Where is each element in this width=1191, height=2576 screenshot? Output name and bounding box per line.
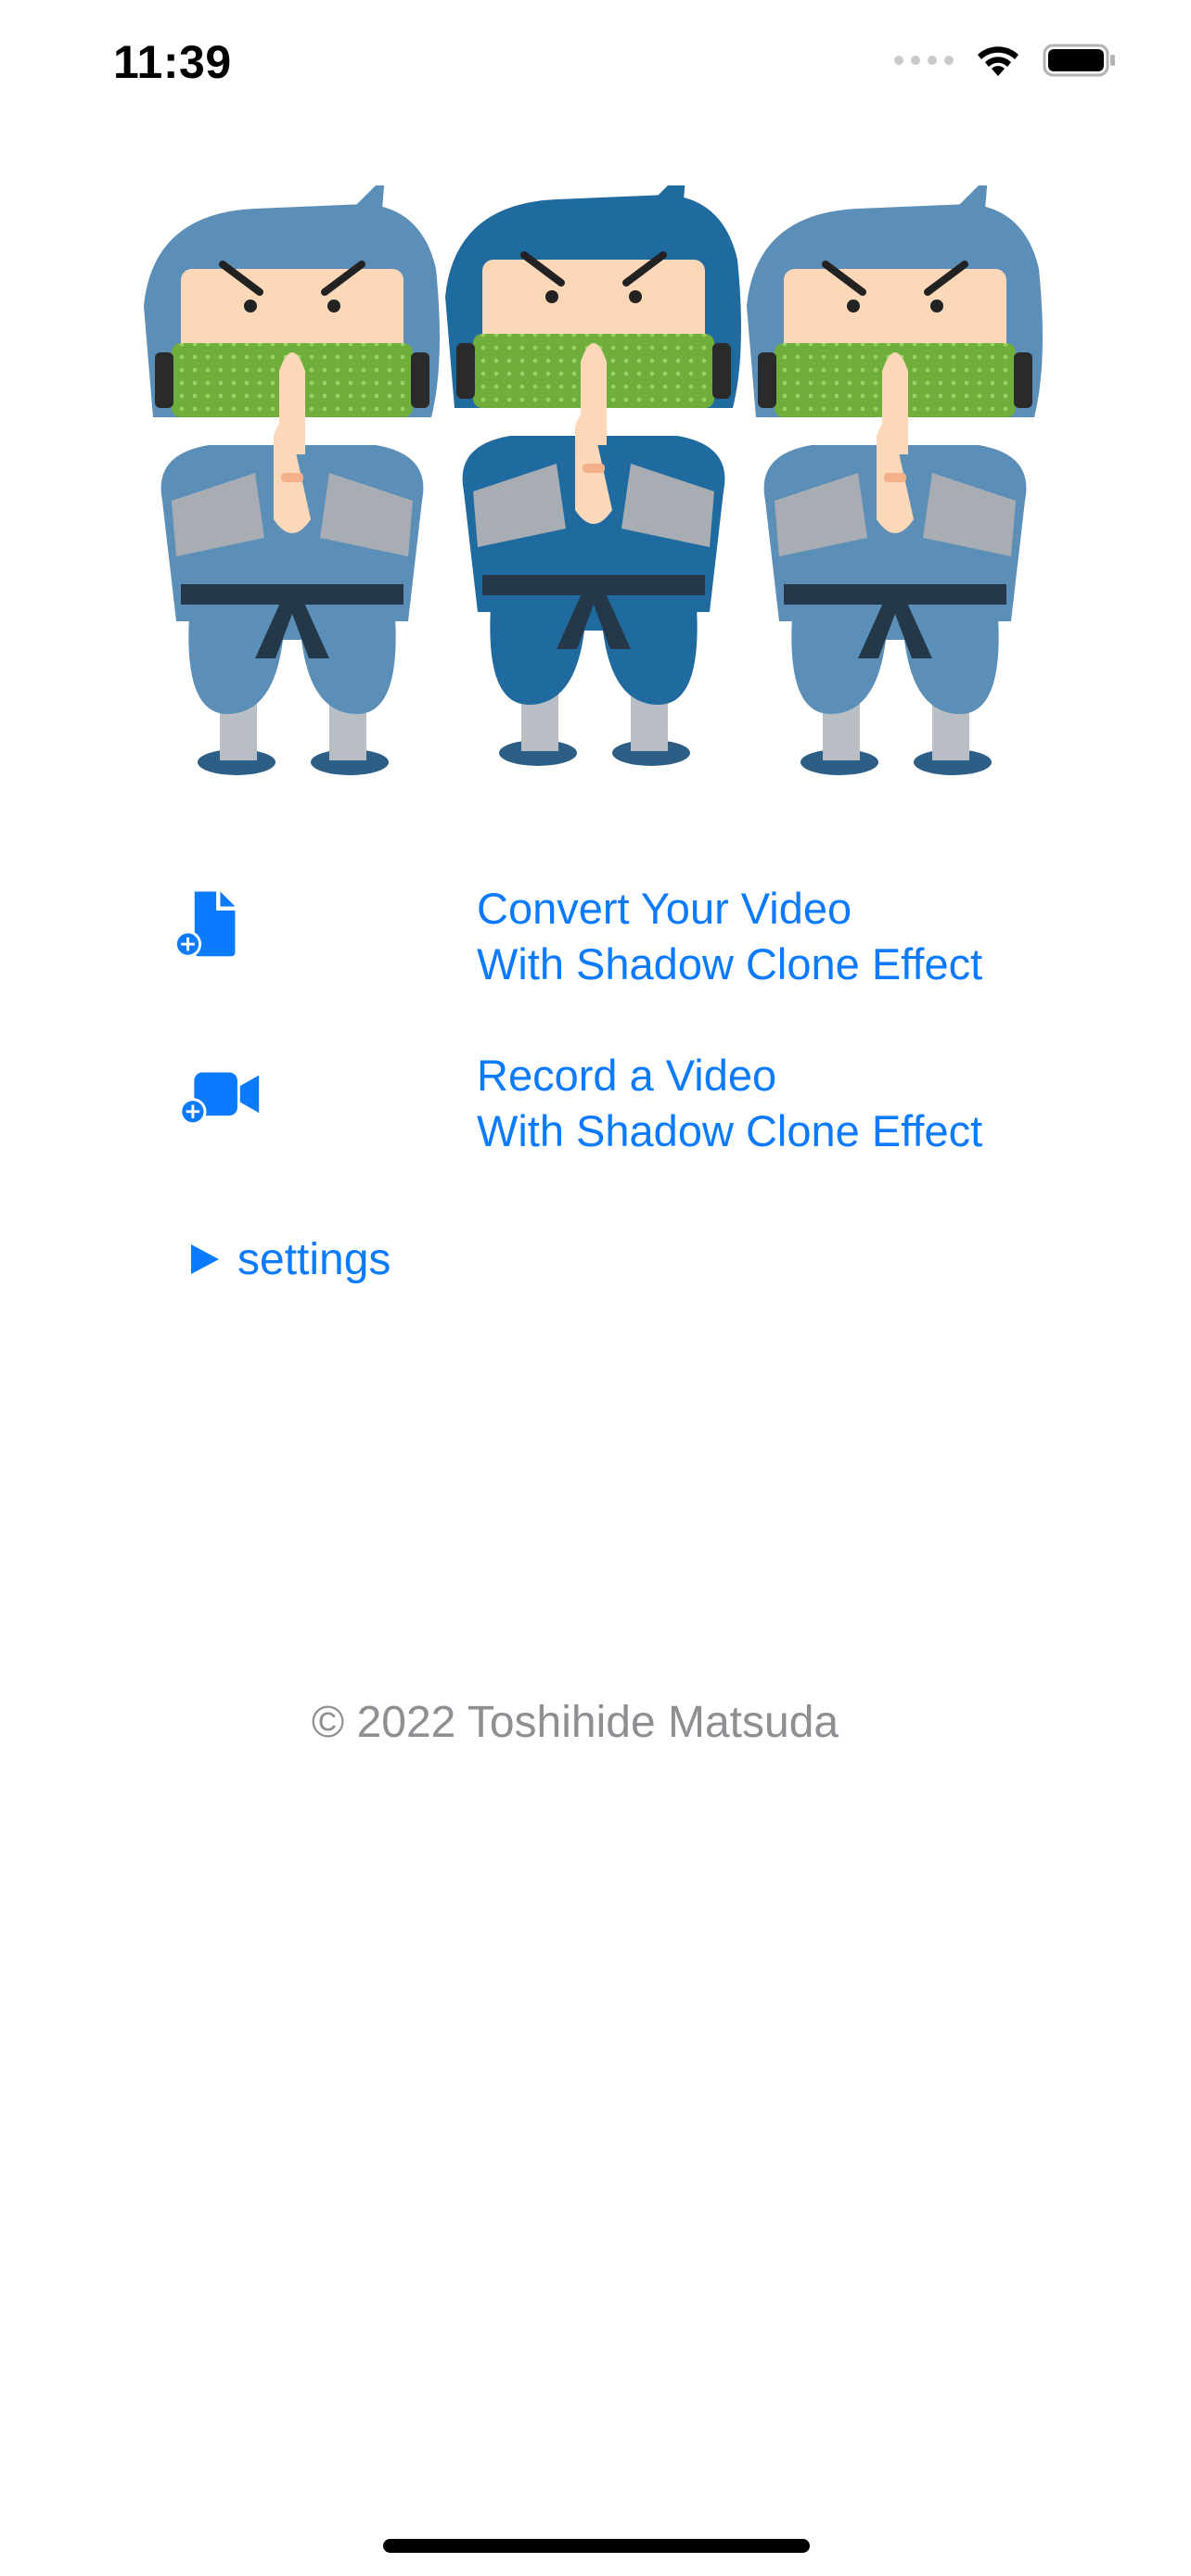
record-video-button[interactable]: Record a Video With Shadow Clone Effect: [167, 1048, 1057, 1159]
battery-icon: [1043, 44, 1115, 77]
video-camera-add-icon: [179, 1072, 260, 1126]
app-screen: 11:39 Convert Your Video With Shadow Clo…: [0, 0, 1191, 2576]
convert-video-label: Convert Your Video With Shadow Clone Eff…: [477, 881, 982, 992]
status-time: 11:39: [113, 36, 232, 88]
cellular-signal-icon: [894, 56, 954, 65]
disclosure-triangle-icon: [191, 1244, 219, 1274]
convert-video-button[interactable]: Convert Your Video With Shadow Clone Eff…: [167, 881, 1057, 992]
record-video-label: Record a Video With Shadow Clone Effect: [477, 1048, 982, 1159]
ninja-illustration: [130, 185, 1057, 779]
convert-video-line1: Convert Your Video: [477, 884, 852, 933]
copyright-label: © 2022 Toshihide Matsuda: [311, 1698, 839, 1747]
status-icons: [894, 43, 1117, 78]
document-add-icon: [174, 891, 236, 958]
record-video-line1: Record a Video: [477, 1051, 777, 1100]
settings-disclosure[interactable]: settings: [189, 1230, 391, 1289]
settings-label: settings: [237, 1234, 391, 1284]
record-video-line2: With Shadow Clone Effect: [477, 1106, 983, 1155]
copyright-text: © 2022 Toshihide Matsuda: [0, 1697, 1191, 1748]
wifi-icon: [978, 46, 1018, 76]
convert-video-line2: With Shadow Clone Effect: [477, 939, 983, 988]
home-indicator[interactable]: [383, 2539, 810, 2553]
